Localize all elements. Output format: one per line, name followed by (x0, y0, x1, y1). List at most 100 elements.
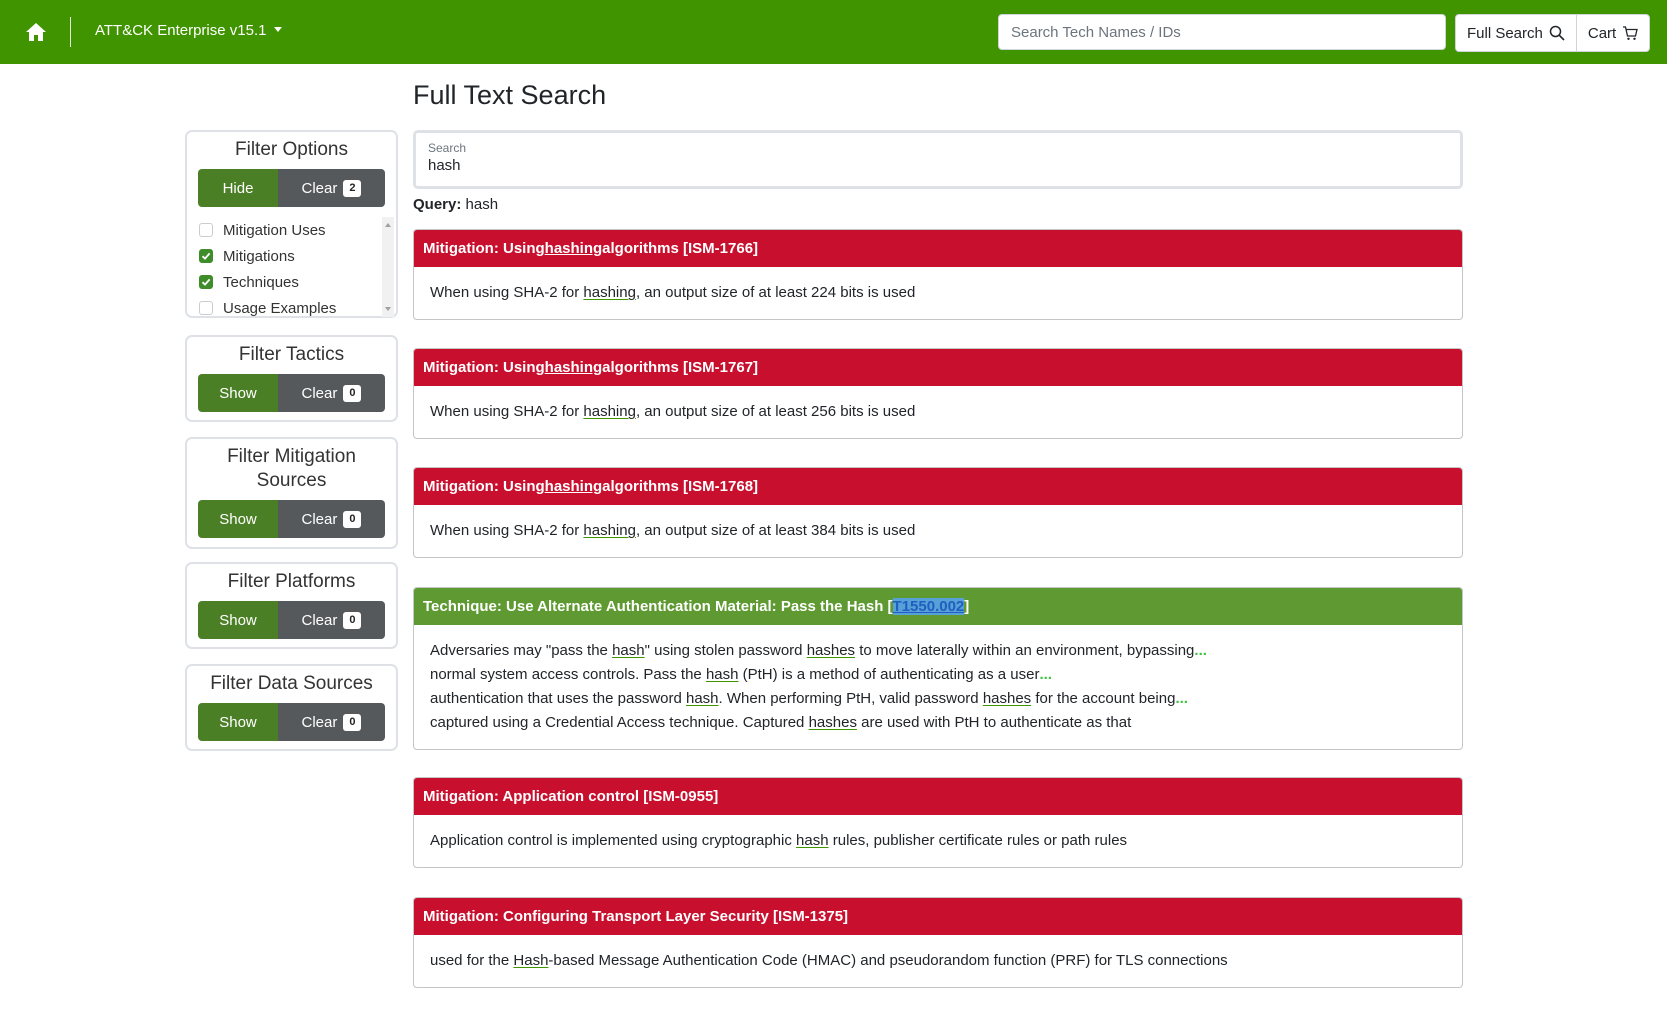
navbar-button-group: Full Search Cart (1455, 14, 1651, 52)
domain-selector[interactable]: ATT&CK Enterprise v15.1 (95, 22, 283, 39)
option-mitigations[interactable]: Mitigations (199, 243, 396, 269)
search-match: hashing (583, 284, 636, 301)
result-title[interactable]: Technique: Use Alternate Authentication … (414, 588, 1462, 625)
count-badge: 0 (343, 611, 362, 629)
options-scrollbar[interactable] (382, 217, 394, 317)
cart-label: Cart (1587, 24, 1617, 42)
snippet-ellipsis: ... (1039, 666, 1052, 683)
full-search-button[interactable]: Full Search (1456, 15, 1576, 51)
full-search-label: Full Search (1467, 24, 1543, 42)
result-title-suffix: algorithms [ISM-1766] (602, 240, 759, 257)
page-title: Full Text Search (413, 80, 607, 110)
result-title[interactable]: Mitigation: Application control [ISM-095… (414, 778, 1462, 815)
domain-label: ATT&CK Enterprise v15.1 (95, 22, 267, 39)
option-techniques[interactable]: Techniques (199, 269, 396, 295)
search-match: hash (612, 642, 645, 659)
full-text-search-field[interactable]: Search hash (413, 130, 1463, 189)
snippet-text: -based Message Authentication Code (HMAC… (548, 952, 1228, 969)
checkbox-checked[interactable] (199, 275, 213, 289)
result-title-keyword: hashing (544, 478, 603, 495)
query-value: hash (465, 196, 499, 213)
clear-label: Clear (301, 510, 338, 528)
option-label: Usage Examples (223, 299, 337, 317)
option-label: Techniques (223, 273, 299, 291)
count-badge: 2 (343, 179, 362, 197)
check-icon (201, 252, 211, 260)
snippet-line: When using SHA-2 for hashing, an output … (430, 400, 1446, 424)
filter-platforms-card: Filter Platforms Show Clear 0 (185, 562, 398, 649)
checkbox[interactable] (199, 223, 213, 237)
option-label: Mitigation Uses (223, 221, 326, 239)
search-field-value[interactable]: hash (428, 157, 1448, 174)
filter-data-sources-show-button[interactable]: Show (198, 703, 278, 741)
filter-platforms-clear-button[interactable]: Clear 0 (278, 601, 385, 639)
navbar-divider (70, 17, 71, 47)
snippet-text: are used with PtH to authenticate as tha… (856, 714, 1132, 731)
snippet-text: When using SHA-2 for (430, 522, 584, 539)
option-usage-examples[interactable]: Usage Examples (199, 295, 396, 321)
clear-label: Clear (301, 179, 338, 197)
home-icon[interactable] (22, 18, 50, 46)
count-badge: 0 (343, 384, 362, 402)
result-title[interactable]: Mitigation: Using hashing algorithms [IS… (414, 349, 1462, 386)
search-match: hash (705, 666, 739, 683)
result-title-text: Technique: Use Alternate Authentication … (423, 598, 893, 615)
result-title-text: Mitigation: Application control [ISM-095… (423, 788, 719, 805)
snippet-line: When using SHA-2 for hashing, an output … (430, 281, 1446, 305)
result-title-keyword: hashing (544, 240, 603, 257)
snippet-text: to move laterally within an environment,… (855, 642, 1195, 659)
snippet-line: Adversaries may "pass the hash" using st… (430, 639, 1446, 663)
result-title[interactable]: Mitigation: Using hashing algorithms [IS… (414, 468, 1462, 505)
tech-search-input[interactable] (998, 14, 1446, 50)
result-card: Technique: Use Alternate Authentication … (413, 587, 1463, 750)
result-snippet: used for the Hash-based Message Authenti… (414, 935, 1462, 987)
search-match: hash (686, 690, 719, 707)
filter-mitigation-sources-clear-button[interactable]: Clear 0 (278, 500, 385, 538)
filter-mitigation-sources-buttons: Show Clear 0 (198, 500, 385, 538)
search-match: hash (796, 832, 829, 849)
result-title-text: Mitigation: Configuring Transport Layer … (423, 908, 849, 925)
snippet-line: authentication that uses the password ha… (430, 687, 1446, 711)
option-mitigation-uses[interactable]: Mitigation Uses (199, 217, 396, 243)
scroll-up-icon[interactable] (382, 220, 394, 230)
clear-label: Clear (301, 384, 338, 402)
filter-tactics-show-button[interactable]: Show (198, 374, 278, 412)
snippet-text: , an output size of at least 256 bits is… (635, 403, 916, 420)
filter-tactics-title: Filter Tactics (238, 344, 345, 365)
technique-id-link[interactable]: T1550.002 (892, 598, 965, 615)
snippet-line: normal system access controls. Pass the … (430, 663, 1446, 687)
search-match: hashes (808, 714, 857, 731)
filter-options-hide-button[interactable]: Hide (198, 169, 278, 207)
snippet-line: used for the Hash-based Message Authenti… (430, 949, 1446, 973)
show-label: Show (219, 384, 257, 402)
filter-data-sources-clear-button[interactable]: Clear 0 (278, 703, 385, 741)
cart-button[interactable]: Cart (1575, 15, 1649, 51)
snippet-line: When using SHA-2 for hashing, an output … (430, 519, 1446, 543)
filter-tactics-buttons: Show Clear 0 (198, 374, 385, 412)
result-snippet: When using SHA-2 for hashing, an output … (414, 386, 1462, 438)
filter-platforms-show-button[interactable]: Show (198, 601, 278, 639)
result-title-text: Mitigation: Using (423, 240, 545, 257)
scroll-down-icon[interactable] (382, 304, 394, 314)
search-match: hashing (583, 403, 636, 420)
snippet-text: for the account being (1031, 690, 1176, 707)
result-title[interactable]: Mitigation: Configuring Transport Layer … (414, 898, 1462, 935)
result-title[interactable]: Mitigation: Using hashing algorithms [IS… (414, 230, 1462, 267)
search-match: hashing (583, 522, 636, 539)
result-title-suffix: algorithms [ISM-1767] (602, 359, 759, 376)
filter-mitigation-sources-title: Filter Mitigation Sources (227, 446, 356, 491)
check-icon (201, 278, 211, 286)
filter-options-clear-button[interactable]: Clear 2 (278, 169, 385, 207)
checkbox-checked[interactable] (199, 249, 213, 263)
snippet-text: Adversaries may "pass the (430, 642, 613, 659)
result-snippet: When using SHA-2 for hashing, an output … (414, 267, 1462, 319)
search-icon (1549, 25, 1565, 41)
result-card: Mitigation: Using hashing algorithms [IS… (413, 467, 1463, 558)
filter-options-list: Mitigation Uses Mitigations Techniques U… (199, 217, 396, 317)
snippet-text: normal system access controls. Pass the (430, 666, 706, 683)
result-snippet: Application control is implemented using… (414, 815, 1462, 867)
query-summary: Query: hash (413, 196, 498, 213)
filter-mitigation-sources-show-button[interactable]: Show (198, 500, 278, 538)
filter-tactics-clear-button[interactable]: Clear 0 (278, 374, 385, 412)
checkbox[interactable] (199, 301, 213, 315)
